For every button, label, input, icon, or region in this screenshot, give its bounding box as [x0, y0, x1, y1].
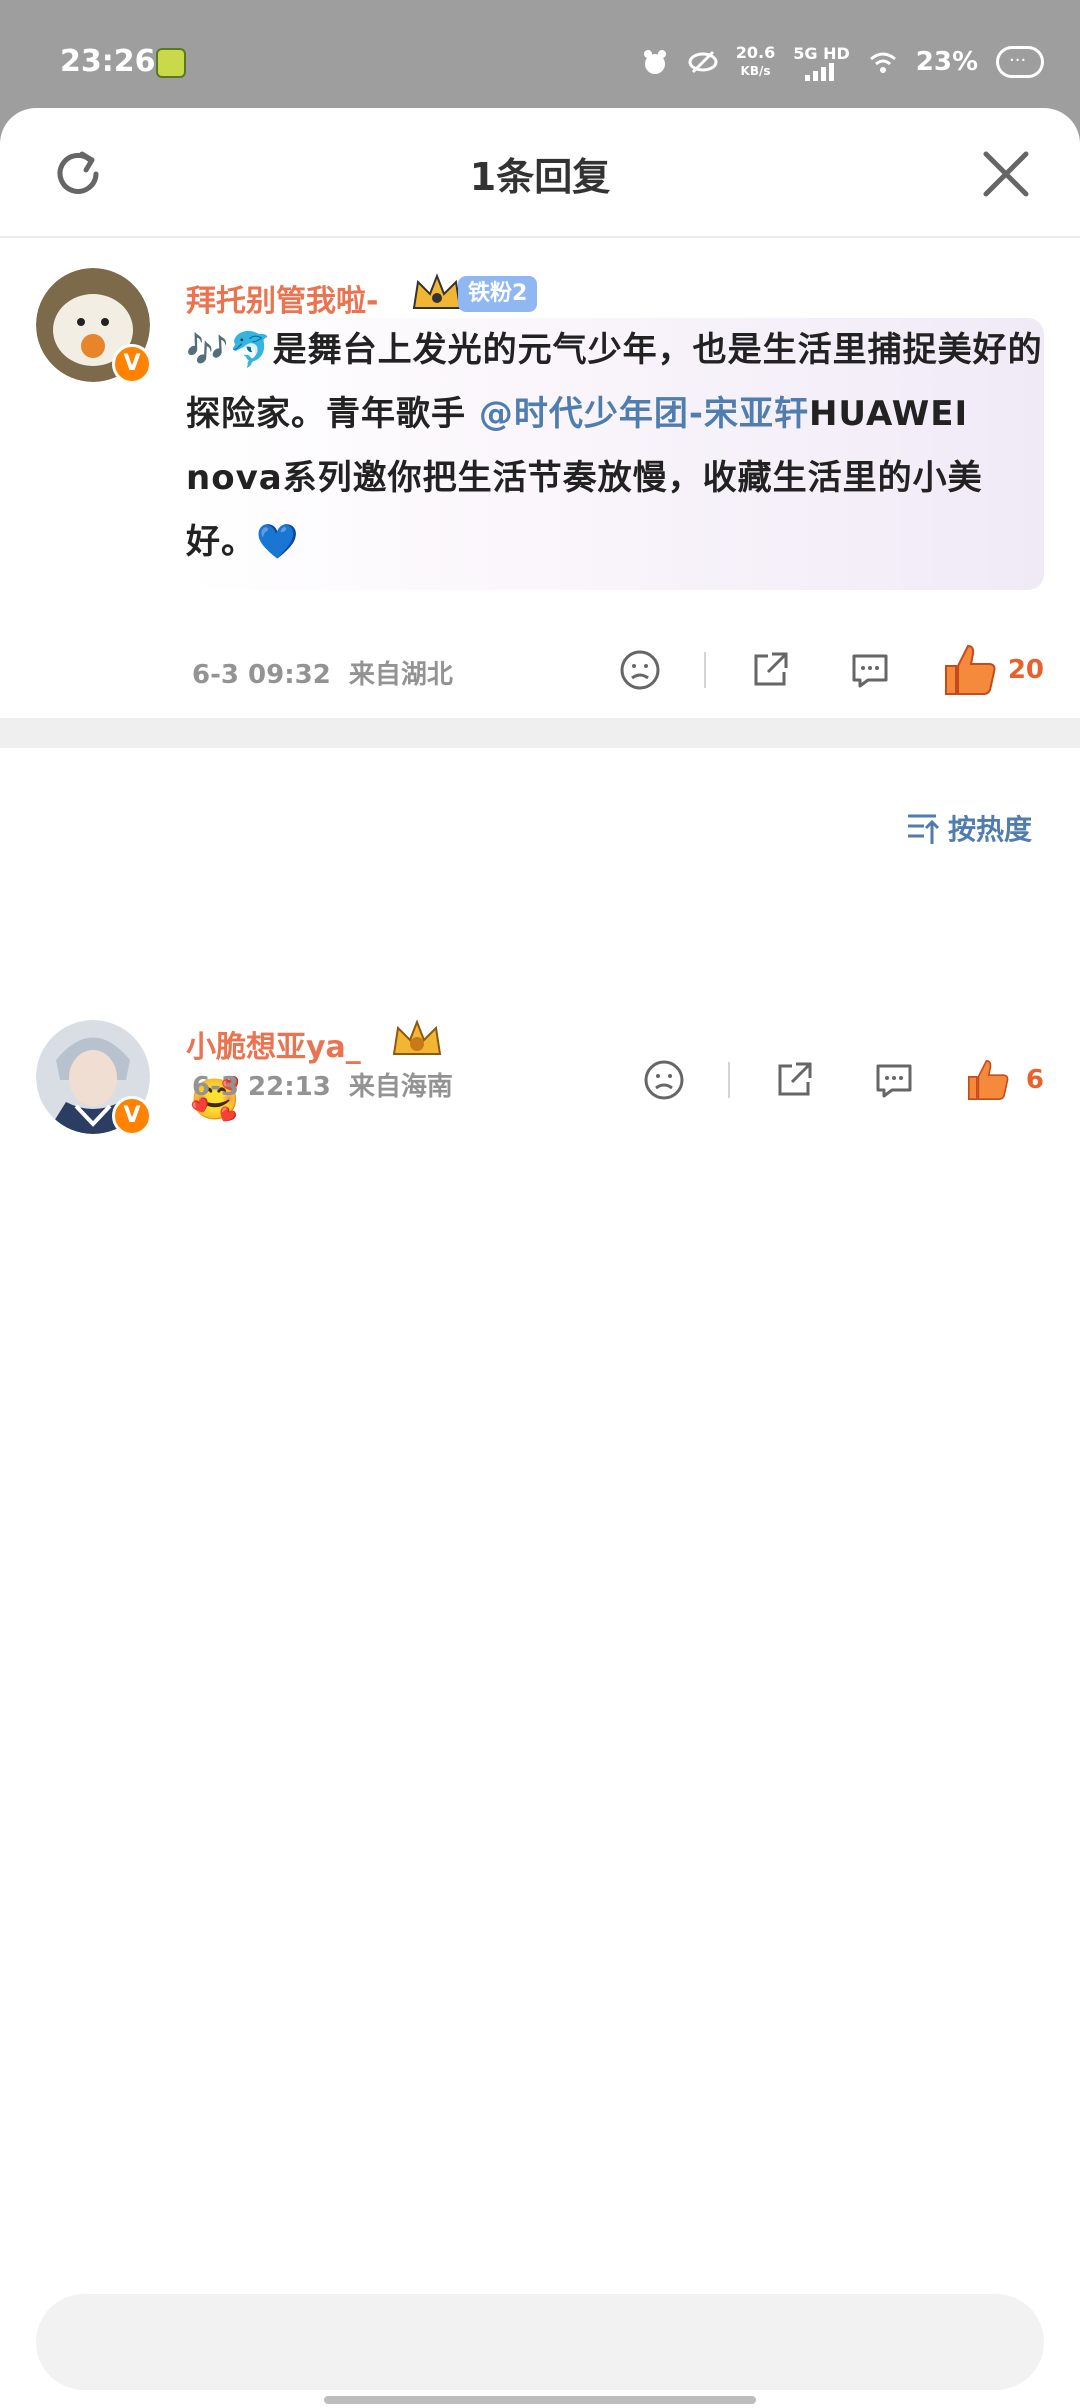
fan-badge: 铁粉2: [458, 276, 538, 312]
action-divider: [727, 1062, 730, 1098]
crown-icon: [412, 273, 462, 309]
root-comment: V 拜托别管我啦- 铁粉2 🎶🐬是舞台上发光的元气少年，也是生活里捕捉美好的探险…: [0, 108, 1080, 718]
thumbs-up-icon: [967, 1059, 1009, 1100]
status-icons: 20.6 KB/s 5G HD 23%: [640, 40, 1044, 84]
verified-badge: V: [112, 1096, 152, 1136]
share-button[interactable]: [740, 648, 800, 692]
cellular-signal: 5G HD: [793, 44, 850, 81]
pet-icon: [643, 50, 666, 74]
crown-icon: [392, 1019, 442, 1055]
share-button[interactable]: [764, 1058, 824, 1102]
comment-icon: [876, 1064, 912, 1098]
sort-button[interactable]: 按热度: [906, 808, 1032, 848]
reply-actions: 6: [634, 1050, 1044, 1110]
action-divider: [703, 652, 706, 688]
like-button[interactable]: 6: [964, 1056, 1044, 1104]
share-icon: [778, 1062, 812, 1096]
reply-meta: 6-3 22:13 来自海南: [192, 1066, 453, 1103]
username[interactable]: 拜托别管我啦-: [186, 276, 378, 320]
section-divider: [0, 718, 1080, 748]
sort-icon: [907, 814, 940, 844]
sad-face-icon: [620, 650, 660, 690]
signal-label: 5G HD: [793, 43, 850, 63]
sad-face-icon: [644, 1060, 684, 1100]
share-icon: [754, 652, 788, 686]
status-time: 23:26: [60, 44, 156, 79]
dislike-button[interactable]: [634, 1058, 694, 1102]
battery-percent: 23%: [915, 47, 978, 77]
avatar[interactable]: V: [36, 268, 152, 384]
verified-badge: V: [112, 344, 152, 384]
comment-meta: 6-3 09:32 来自湖北: [192, 654, 453, 691]
dislike-button[interactable]: [610, 648, 670, 692]
home-indicator: [324, 2396, 756, 2404]
like-count: 20: [1007, 655, 1044, 685]
reply-username[interactable]: 小脆想亚ya_: [186, 1022, 361, 1066]
app-notification-icon: [156, 48, 186, 78]
status-bar: 23:26 20.6 KB/s 5G HD 23%: [0, 0, 1080, 108]
thumbs-up-icon: [944, 644, 996, 695]
comment-location: 来自湖北: [348, 660, 453, 690]
wifi-icon: [869, 52, 896, 73]
avatar[interactable]: V: [36, 1020, 152, 1136]
signal-bars-icon: [804, 62, 834, 81]
battery-icon: [996, 45, 1044, 78]
comment-text: 🎶🐬是舞台上发光的元气少年，也是生活里捕捉美好的探险家。青年歌手 @时代少年团-…: [186, 318, 1046, 574]
comment-button[interactable]: [840, 648, 900, 692]
comment-date: 6-3 09:32: [192, 660, 331, 690]
reply-location: 来自海南: [348, 1072, 453, 1102]
comment-actions: 20: [610, 640, 1044, 700]
net-speed-value: 20.6: [735, 43, 776, 62]
comment-button[interactable]: [864, 1058, 924, 1102]
like-button[interactable]: 20: [940, 640, 1044, 700]
replies-sheet: 1条回复 V 拜托别管我啦- 铁粉2 🎶🐬是舞台上发光的元气少年，也是生活里捕捉…: [0, 108, 1080, 2408]
eye-off-icon: [688, 50, 718, 74]
comment-icon: [852, 654, 888, 688]
reply-input[interactable]: [36, 2294, 1044, 2390]
sort-label: 按热度: [947, 813, 1032, 846]
like-count: 6: [1025, 1065, 1044, 1095]
net-speed: 20.6 KB/s: [736, 44, 775, 80]
mention-link[interactable]: @时代少年团-宋亚轩: [479, 394, 809, 434]
reply-date: 6-3 22:13: [192, 1072, 331, 1102]
net-speed-unit: KB/s: [740, 64, 771, 78]
